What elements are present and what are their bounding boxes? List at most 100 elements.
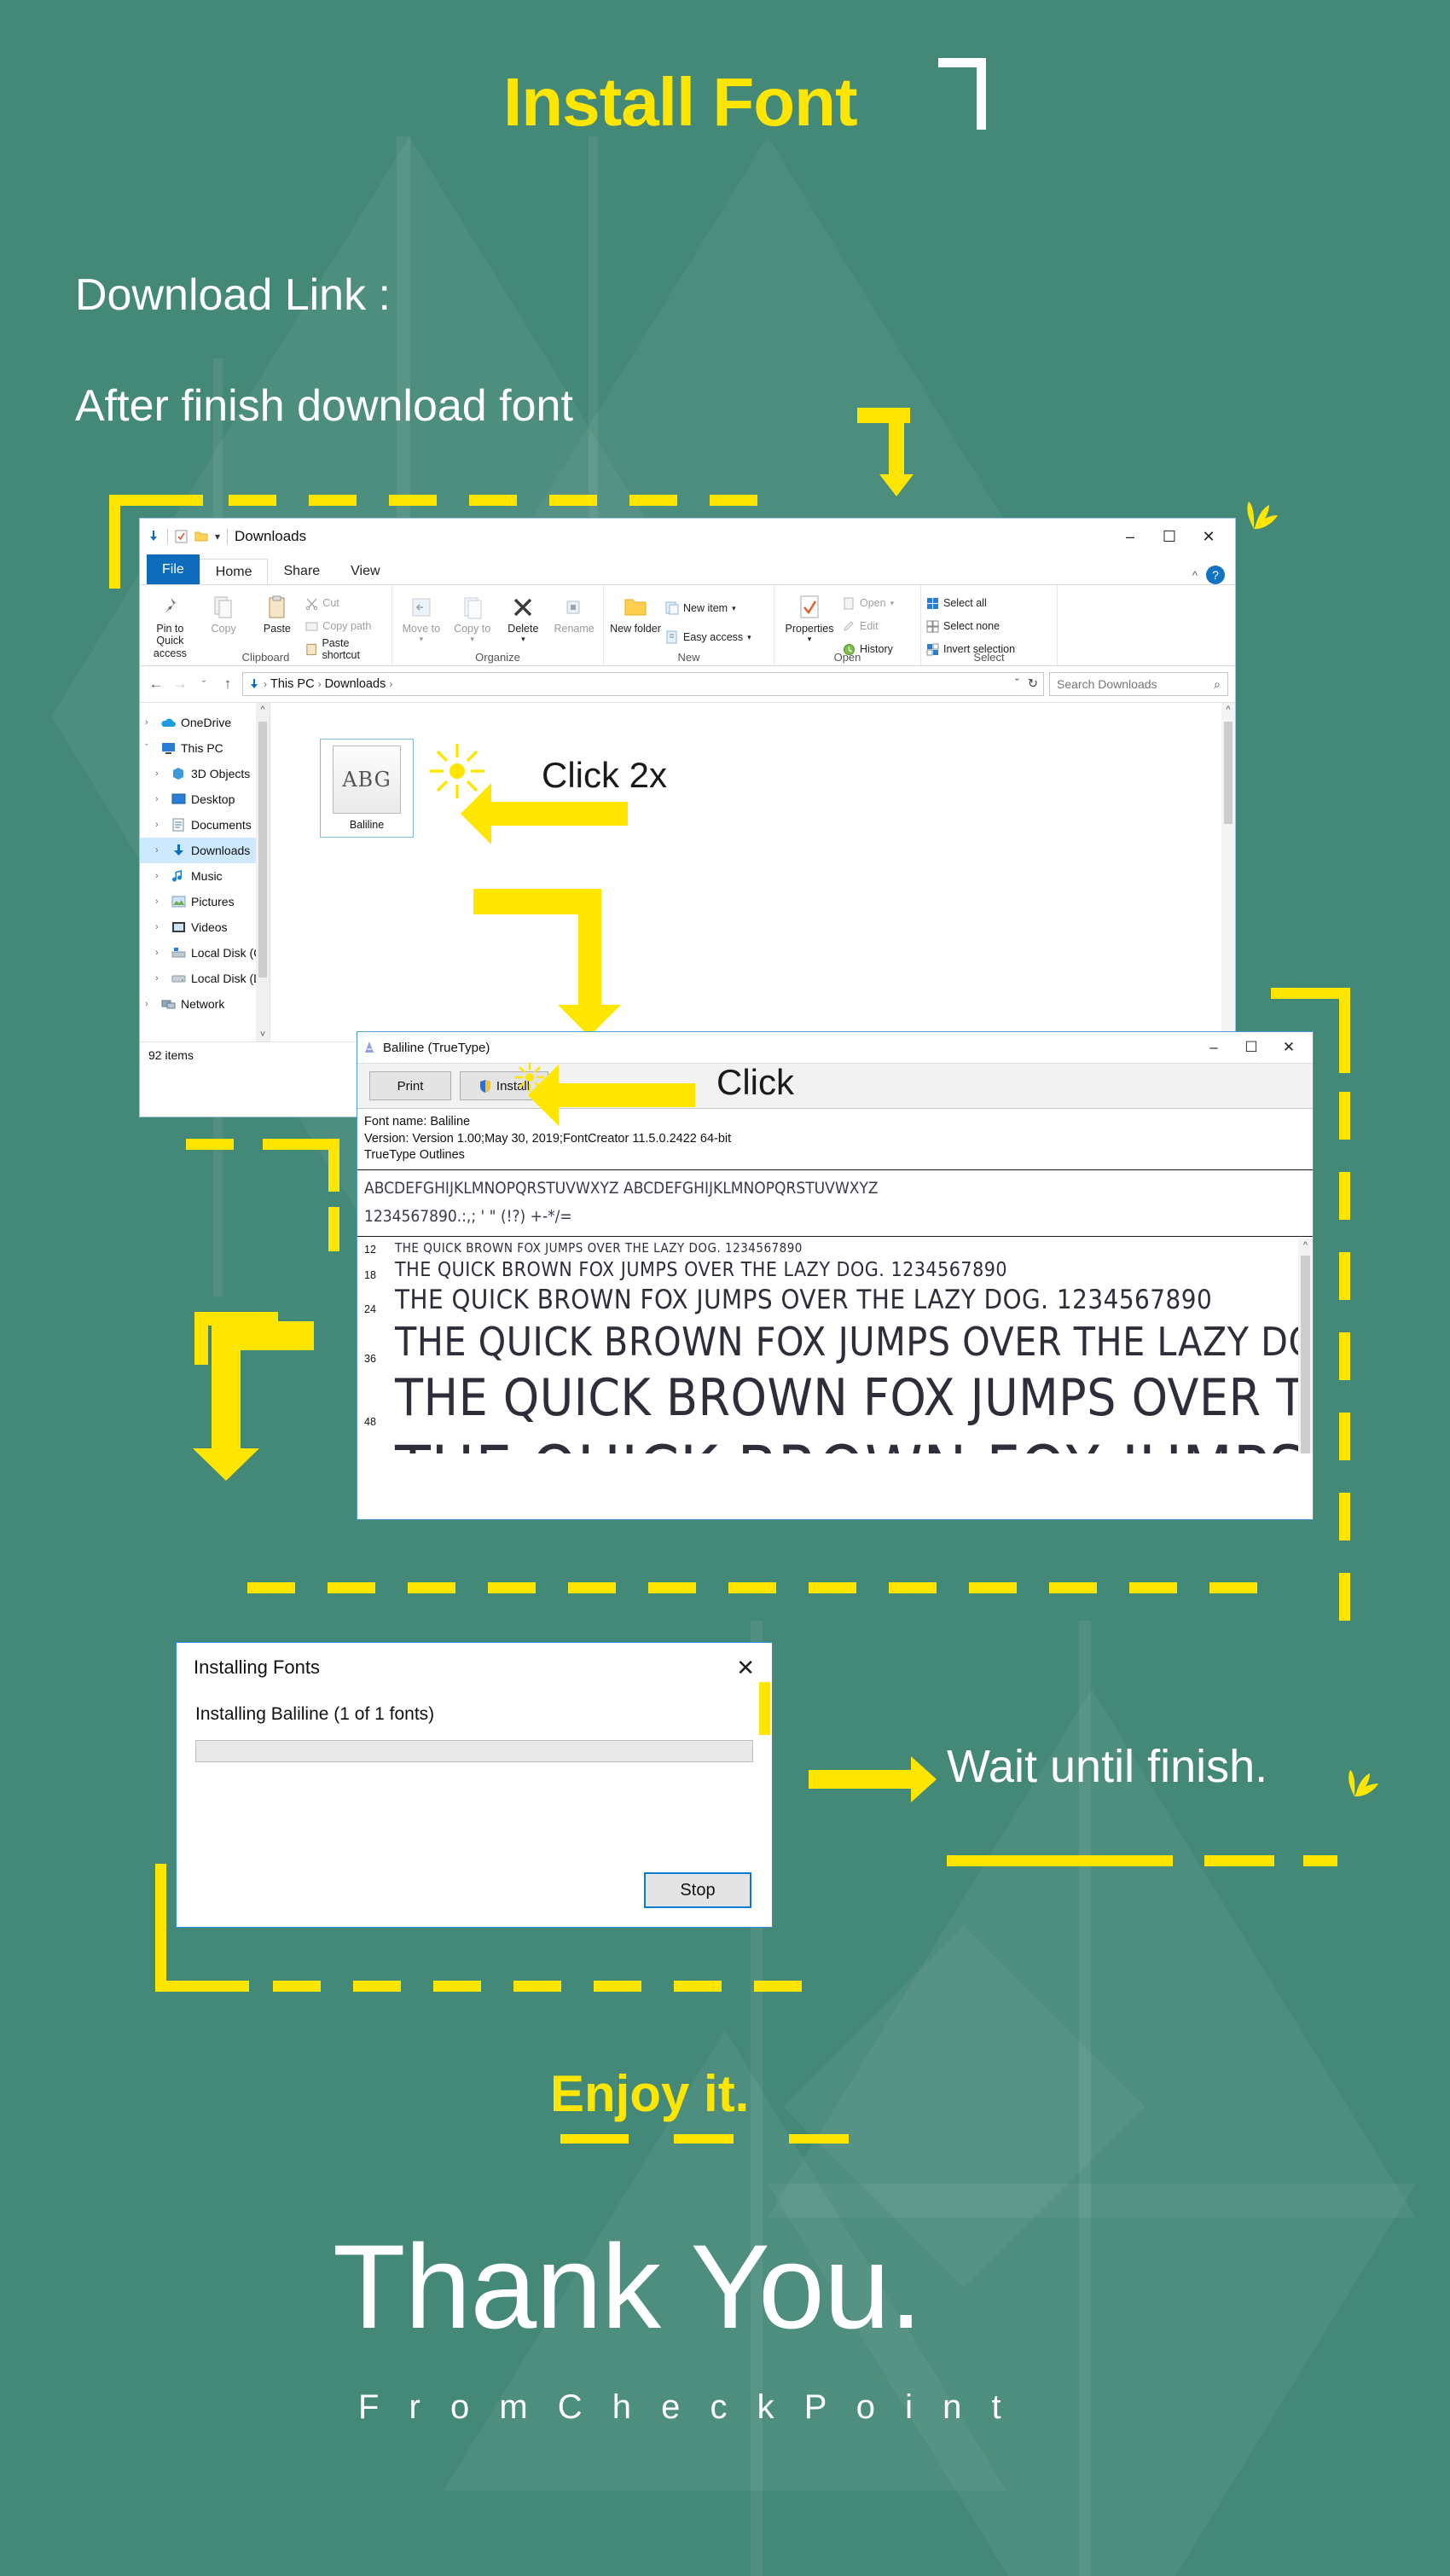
sidebar-item-videos[interactable]: › Videos — [140, 914, 270, 940]
up-button[interactable]: ↑ — [218, 676, 237, 693]
tab-share[interactable]: Share — [268, 559, 335, 584]
file-list-pane[interactable]: ABG Baliline ^ ˅ — [270, 703, 1235, 1041]
properties-caret-icon[interactable]: ▾ — [808, 635, 812, 643]
sidebar-item-local-disk-d[interactable]: › Local Disk (D:) — [140, 966, 270, 991]
sidebar-item-documents[interactable]: › Documents — [140, 812, 270, 838]
cut-button[interactable]: Cut — [305, 594, 386, 612]
sidebar-item-this-pc[interactable]: ˇ This PC — [140, 735, 270, 761]
file-explorer-window[interactable]: ▾ Downloads – ☐ ✕ File Home Share View ^… — [139, 518, 1236, 1117]
edit-button[interactable]: Edit — [843, 617, 894, 635]
move-to-caret-icon[interactable]: ▾ — [420, 635, 424, 643]
open-caret-icon[interactable]: ▾ — [890, 599, 895, 608]
address-dropdown-icon[interactable]: ˇ — [1015, 677, 1019, 691]
customize-chevron-icon[interactable]: ▾ — [215, 531, 220, 542]
file-scroll-up-icon[interactable]: ^ — [1226, 705, 1230, 715]
select-all-button[interactable]: Select all — [926, 594, 1015, 612]
font-scroll-up-icon[interactable]: ^ — [1303, 1240, 1308, 1250]
wait-arrow — [809, 1756, 937, 1802]
open-button[interactable]: Open ▾ — [843, 594, 894, 612]
forward-button[interactable]: → — [171, 676, 189, 693]
chevron-right-icon[interactable]: › — [155, 922, 165, 932]
scissors-icon — [306, 598, 318, 610]
font-preview-window[interactable]: Baliline (TrueType) – ☐ ✕ Print Install … — [357, 1031, 1314, 1520]
chevron-right-icon[interactable]: › — [155, 794, 165, 804]
delete-caret-icon[interactable]: ▾ — [521, 635, 525, 643]
file-pane-scrollbar[interactable]: ^ ˅ — [1221, 703, 1235, 1041]
sidebar-item-downloads[interactable]: › Downloads — [140, 838, 270, 863]
font-minimize-button[interactable]: – — [1195, 1035, 1232, 1060]
stop-button[interactable]: Stop — [644, 1872, 751, 1908]
breadcrumb-item-downloads[interactable]: Downloads — [325, 677, 386, 691]
sidebar-item-network[interactable]: › Network — [140, 991, 270, 1017]
select-none-button[interactable]: Select none — [926, 617, 1015, 635]
breadcrumb[interactable]: › This PC › Downloads › ˇ ↻ — [242, 672, 1044, 696]
chevron-right-icon[interactable]: › — [155, 769, 165, 779]
item-count-label: 92 items — [148, 1047, 194, 1062]
dialog-close-button[interactable]: ✕ — [736, 1655, 755, 1681]
copy-path-button[interactable]: Copy path — [305, 617, 386, 635]
list-item[interactable]: ABG Baliline — [320, 739, 414, 838]
refresh-icon[interactable]: ↻ — [1028, 677, 1038, 691]
copy-path-icon — [305, 622, 318, 630]
chevron-right-icon[interactable]: › — [145, 717, 155, 728]
nav-scroll-down-icon[interactable]: ˅ — [260, 1030, 265, 1040]
sidebar-item-pictures[interactable]: › Pictures — [140, 889, 270, 914]
dialog-message: Installing Baliline (1 of 1 fonts) — [195, 1704, 435, 1724]
chevron-right-icon[interactable]: › — [155, 820, 165, 830]
chevron-down-icon[interactable]: ˇ — [145, 743, 155, 753]
chevron-right-icon[interactable]: › — [145, 999, 155, 1009]
sidebar-label-network: Network — [181, 997, 225, 1011]
maximize-button[interactable]: ☐ — [1150, 523, 1189, 550]
sidebar-label-3d-objects: 3D Objects — [191, 767, 251, 780]
new-item-button[interactable]: New item ▾ — [665, 599, 751, 618]
file-scroll-thumb[interactable] — [1224, 722, 1232, 824]
copy-to-caret-icon[interactable]: ▾ — [470, 635, 474, 643]
search-input[interactable]: Search Downloads ⌕ — [1049, 672, 1228, 696]
font-maximize-button[interactable]: ☐ — [1232, 1035, 1270, 1060]
disk-c-icon — [171, 945, 186, 960]
tab-view[interactable]: View — [335, 559, 395, 584]
search-placeholder: Search Downloads — [1057, 677, 1157, 691]
minimize-button[interactable]: – — [1111, 523, 1150, 550]
easy-access-caret-icon[interactable]: ▾ — [747, 633, 751, 642]
chevron-right-icon[interactable]: › — [155, 948, 165, 958]
flow-connector-top-vertical — [889, 408, 904, 478]
close-button[interactable]: ✕ — [1189, 523, 1228, 550]
easy-access-button[interactable]: Easy access ▾ — [665, 628, 751, 647]
breadcrumb-item-this-pc[interactable]: This PC — [270, 677, 315, 691]
back-button[interactable]: ← — [147, 676, 165, 693]
installing-fonts-dialog[interactable]: Installing Fonts ✕ Installing Baliline (… — [176, 1642, 773, 1928]
help-icon[interactable]: ? — [1206, 566, 1225, 584]
magnifier-icon[interactable]: ⌕ — [1214, 677, 1221, 692]
chevron-right-icon[interactable]: › — [155, 845, 165, 856]
chevron-right-icon[interactable]: › — [155, 896, 165, 907]
sidebar-item-3d-objects[interactable]: › 3D Objects — [140, 761, 270, 786]
nav-scroll-thumb[interactable] — [258, 722, 267, 978]
chevron-right-icon[interactable]: › — [155, 871, 165, 881]
properties-icon[interactable] — [175, 530, 188, 543]
download-icon[interactable] — [147, 530, 160, 543]
tab-file[interactable]: File — [147, 554, 200, 584]
chevron-right-icon[interactable]: › — [155, 973, 165, 983]
bracket-explorer-left-horizontal — [109, 495, 203, 506]
collapse-ribbon-icon[interactable]: ^ — [1192, 569, 1198, 582]
sidebar-item-music[interactable]: › Music — [140, 863, 270, 889]
nav-pane-scrollbar[interactable]: ^ ˅ — [256, 703, 270, 1041]
shield-icon — [479, 1079, 490, 1093]
tab-home[interactable]: Home — [199, 559, 269, 584]
font-scroll-thumb[interactable] — [1301, 1255, 1310, 1453]
properties-label: Properties — [785, 623, 834, 635]
sidebar-label-this-pc: This PC — [181, 741, 223, 755]
sidebar-item-desktop[interactable]: › Desktop — [140, 786, 270, 812]
underline-wait-2 — [1204, 1855, 1274, 1866]
sidebar-item-local-disk-c[interactable]: › Local Disk (C:) — [140, 940, 270, 966]
font-window-scrollbar[interactable]: ^ ˅ — [1298, 1238, 1313, 1453]
font-close-button[interactable]: ✕ — [1270, 1035, 1308, 1060]
new-folder-icon[interactable] — [194, 531, 208, 542]
new-item-caret-icon[interactable]: ▾ — [732, 604, 736, 613]
recent-locations-button[interactable]: ˇ — [194, 678, 213, 691]
nav-scroll-up-icon[interactable]: ^ — [260, 705, 264, 715]
sample-row: 60 THE QUICK BROWN FOX JUMPS OVER THE LA… — [357, 1430, 1313, 1453]
sidebar-item-onedrive[interactable]: › OneDrive — [140, 710, 270, 735]
print-button[interactable]: Print — [369, 1071, 451, 1100]
